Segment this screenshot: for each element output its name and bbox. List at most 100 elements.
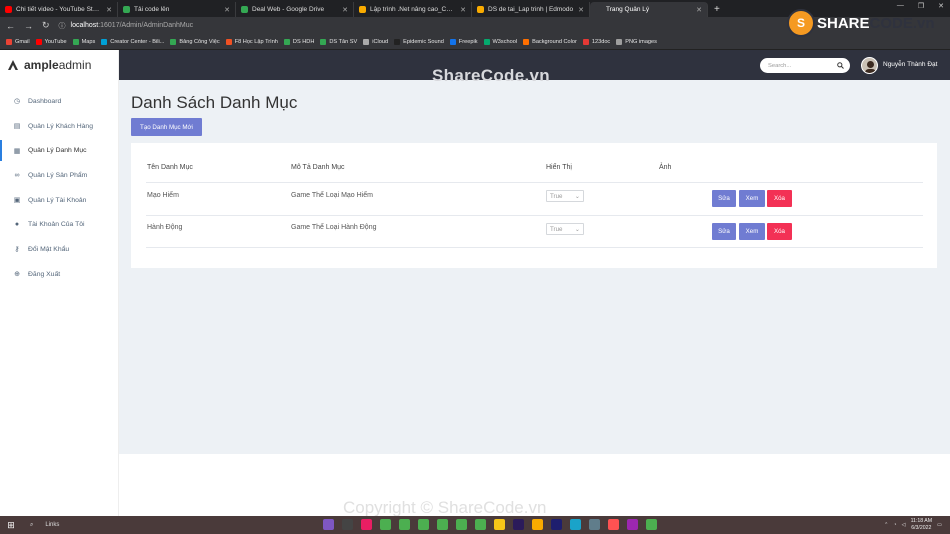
reload-icon[interactable]: ↻: [42, 20, 50, 31]
row-divider: [146, 247, 923, 248]
bookmark-item[interactable]: DS HDH: [283, 38, 314, 45]
close-window-icon[interactable]: ✕: [938, 2, 944, 10]
new-tab-button[interactable]: +: [708, 2, 726, 17]
bookmark-label: Background Color: [532, 38, 577, 45]
avatar[interactable]: [861, 57, 878, 74]
close-tab-icon[interactable]: ✕: [696, 6, 702, 14]
search-icon[interactable]: [837, 62, 844, 69]
edit-button[interactable]: Sửa: [712, 223, 736, 240]
user-icon: ●: [14, 221, 20, 229]
sidebar-item[interactable]: ▣ Quản Lý Tài Khoản: [0, 188, 118, 213]
tab-label: Tải code lên: [134, 6, 170, 13]
bookmark-icon: [170, 38, 177, 45]
user-name[interactable]: Nguyễn Thành Đạt: [883, 61, 937, 68]
volume-icon[interactable]: ◁: [902, 522, 906, 528]
sidebar: ampleadmin ◷ Dashboard ▤ Quản Lý Khách Hàng…: [0, 50, 119, 516]
sidebar-item[interactable]: ⚷ Đổi Mật Khẩu: [0, 237, 118, 262]
delete-button[interactable]: Xóa: [767, 223, 792, 240]
delete-button[interactable]: Xóa: [767, 190, 792, 207]
sharecode-logo: S SHARECODE.vn: [787, 9, 935, 37]
logo-bold-text: ample: [24, 58, 59, 72]
bookmark-item[interactable]: YouTube: [35, 38, 67, 45]
browser-tab[interactable]: Chi tiết video - YouTube Studio ✕: [0, 2, 118, 17]
close-tab-icon[interactable]: ✕: [106, 6, 112, 14]
sidebar-item[interactable]: ◷ Dashboard: [0, 89, 118, 114]
bookmark-item[interactable]: Epidemic Sound: [394, 38, 444, 45]
bookmark-item[interactable]: Creator Center - Bili...: [101, 38, 165, 45]
bookmark-item[interactable]: F8 Học Lập Trình: [225, 38, 278, 45]
notification-icon[interactable]: ▭: [937, 522, 942, 528]
close-tab-icon[interactable]: ✕: [460, 6, 466, 14]
close-tab-icon[interactable]: ✕: [578, 6, 584, 14]
taskbar-app-icon[interactable]: [551, 519, 562, 530]
taskbar-app-icon[interactable]: [627, 519, 638, 530]
taskbar-app-icon[interactable]: [437, 519, 448, 530]
sidebar-item[interactable]: ● Tài Khoản Của Tôi: [0, 212, 118, 237]
id-card-icon: ▤: [13, 123, 21, 131]
close-tab-icon[interactable]: ✕: [224, 6, 230, 14]
taskbar-app-icon[interactable]: [361, 519, 372, 530]
category-description: Game Thể Loại Hành Động: [291, 224, 377, 231]
close-tab-icon[interactable]: ✕: [342, 6, 348, 14]
browser-tab[interactable]: Trang Quản Lý ✕: [590, 2, 708, 17]
create-category-button[interactable]: Tạo Danh Mục Mới: [131, 118, 202, 136]
bookmark-item[interactable]: Bảng Công Việc: [170, 38, 220, 45]
bookmark-item[interactable]: iCloud: [363, 38, 388, 45]
windows-start-icon[interactable]: ⊞: [0, 520, 22, 531]
logo-light-text: admin: [58, 58, 92, 72]
bookmark-label: PNG images: [625, 38, 657, 45]
badge-text-share: SHARE: [817, 14, 870, 32]
taskbar-app-icon[interactable]: [513, 519, 524, 530]
clock[interactable]: 11:18 AM 6/3/2022: [911, 518, 933, 531]
browser-tab[interactable]: Deal Web - Google Drive ✕: [236, 2, 354, 17]
view-button[interactable]: Xem: [739, 190, 765, 207]
taskbar-app-icon[interactable]: [418, 519, 429, 530]
sidebar-item[interactable]: ▦ Quản Lý Danh Mục: [0, 138, 118, 163]
browser-tab[interactable]: Tải code lên ✕: [118, 2, 236, 17]
taskbar-app-icon[interactable]: [475, 519, 486, 530]
display-select[interactable]: True ⌄: [546, 190, 584, 202]
bookmark-item[interactable]: Maps: [72, 38, 95, 45]
header-divider: [146, 182, 923, 183]
logo[interactable]: ampleadmin: [0, 50, 118, 80]
forward-icon[interactable]: →: [24, 21, 33, 31]
taskbar-app-icon[interactable]: [494, 519, 505, 530]
bookmark-item[interactable]: DS Tân SV: [320, 38, 357, 45]
bookmark-item[interactable]: Background Color: [523, 38, 577, 45]
taskbar-app-icon[interactable]: [532, 519, 543, 530]
tab-label: Trang Quản Lý: [606, 6, 650, 13]
sidebar-item[interactable]: ∞ Quản Lý Sản Phẩm: [0, 163, 118, 188]
sidebar-item[interactable]: ▤ Quản Lý Khách Hàng: [0, 114, 118, 139]
taskbar-app-icon[interactable]: [456, 519, 467, 530]
taskbar-app-icon[interactable]: [380, 519, 391, 530]
bookmark-label: Freepik: [458, 38, 478, 45]
browser-tab[interactable]: Lập trình .Net nâng cao_CNTT13 ✕: [354, 2, 472, 17]
taskbar-app-icon[interactable]: [399, 519, 410, 530]
search-input[interactable]: Search...: [760, 58, 850, 73]
bookmark-item[interactable]: Freepik: [449, 38, 478, 45]
taskbar-app-icon[interactable]: [646, 519, 657, 530]
tab-label: DS de tai_Lap trinh | Edmodo: [488, 6, 574, 13]
bookmark-item[interactable]: Gmail: [6, 38, 30, 45]
chevron-up-icon[interactable]: ⌃: [884, 522, 888, 528]
taskbar-app-icon[interactable]: [323, 519, 334, 530]
bookmark-icon: [523, 38, 530, 45]
bookmark-item[interactable]: 123doc: [582, 38, 610, 45]
taskbar-app-icon[interactable]: [570, 519, 581, 530]
bookmark-item[interactable]: PNG images: [616, 38, 657, 45]
taskbar-app-icon[interactable]: [342, 519, 353, 530]
taskbar-search[interactable]: ⌕ Links: [22, 522, 322, 529]
taskbar-app-icon[interactable]: [608, 519, 619, 530]
edit-button[interactable]: Sửa: [712, 190, 736, 207]
bookmark-item[interactable]: W3school: [483, 38, 517, 45]
taskbar-app-icon[interactable]: [589, 519, 600, 530]
network-icon[interactable]: ◔: [893, 522, 896, 528]
url-field[interactable]: ⓘ localhost:16017/Admin/AdminDanhMuc: [59, 21, 194, 31]
bookmark-label: Creator Center - Bili...: [110, 38, 165, 45]
browser-tab[interactable]: DS de tai_Lap trinh | Edmodo ✕: [472, 2, 590, 17]
back-icon[interactable]: ←: [6, 21, 15, 31]
sidebar-item[interactable]: ⊕ Đăng Xuất: [0, 262, 118, 287]
os-taskbar: ⊞ ⌕ Links ⌃ ◔ ◁ 11:18 AM 6/3/2022 ▭: [0, 516, 950, 534]
view-button[interactable]: Xem: [739, 223, 765, 240]
display-select[interactable]: True ⌄: [546, 223, 584, 235]
